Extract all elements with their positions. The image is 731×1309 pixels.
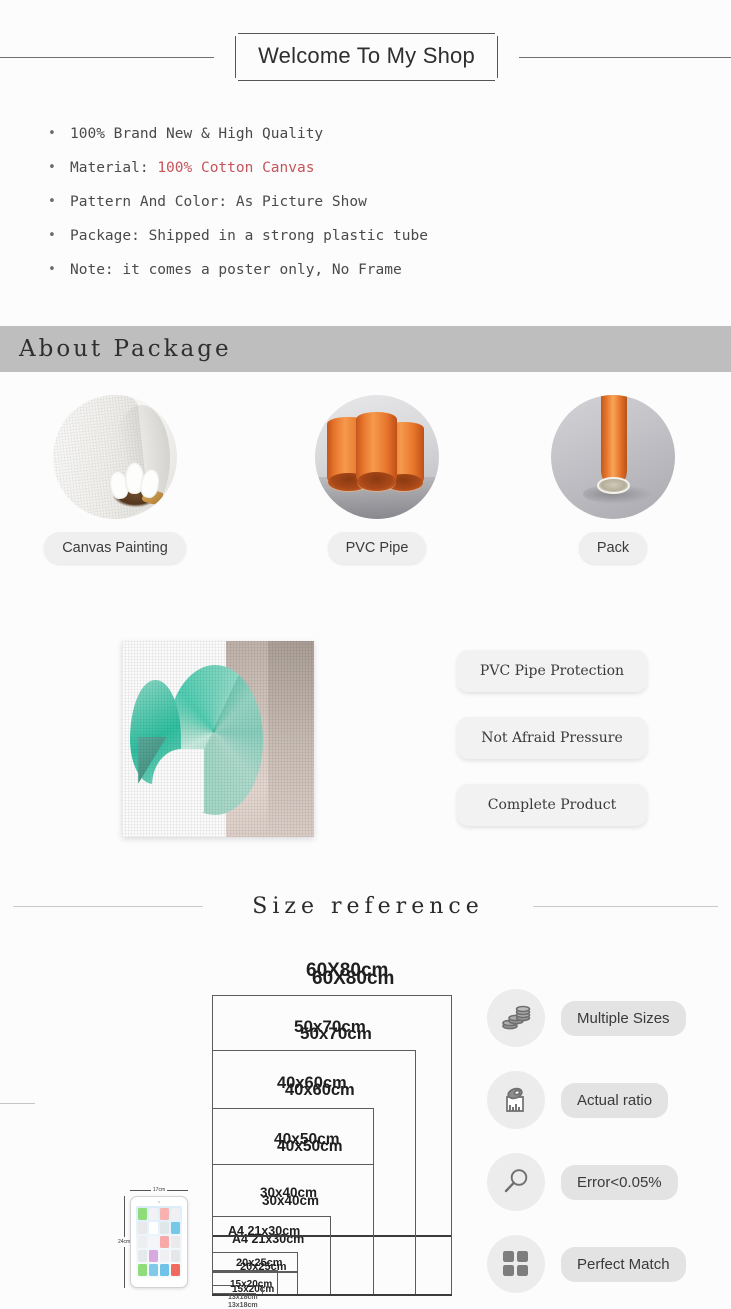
size-label-60x80: 60X80cm <box>312 968 395 989</box>
benefit-row-multiple-sizes: Multiple Sizes <box>487 977 717 1059</box>
size-diagram-bottom-line <box>212 1294 452 1296</box>
welcome-title-box: Welcome To My Shop <box>235 33 498 81</box>
welcome-box-left-edge <box>235 36 237 78</box>
size-rule-left <box>13 905 204 907</box>
benefit-row-error: Error<0.05% <box>487 1141 717 1223</box>
dimension-line <box>130 1189 151 1191</box>
tablet-screen <box>136 1206 182 1278</box>
feature-item: Pattern And Color: As Picture Show <box>44 185 684 219</box>
measuring-tape-icon <box>487 1071 545 1129</box>
benefit-row-actual-ratio: Actual ratio <box>487 1059 717 1141</box>
feature-item: 100% Brand New & High Quality <box>44 117 684 151</box>
feature-item: Note: it comes a poster only, No Frame <box>44 253 684 287</box>
package-card-pack: Pack <box>513 395 713 564</box>
tablet-height-dimension: 24cm <box>118 1196 130 1288</box>
benefit-label-actual-ratio: Actual ratio <box>561 1082 669 1118</box>
tablet-app-icon <box>159 1208 170 1221</box>
welcome-box-right-edge <box>496 36 498 78</box>
feature-item: Material: 100% Cotton Canvas <box>44 151 684 185</box>
feature-text: Package: Shipped in a strong plastic tub… <box>70 228 428 244</box>
orange-pvc-pipes-icon <box>315 395 439 519</box>
tablet-app-icon <box>159 1249 170 1263</box>
tablet-app-icon <box>159 1221 170 1235</box>
package-card-canvas: Canvas Painting <box>15 395 215 564</box>
benefit-label-error: Error<0.05% <box>561 1164 678 1200</box>
tablet-app-icon <box>138 1235 148 1249</box>
tablet-app-icon <box>148 1235 159 1249</box>
tablet-app-icon <box>170 1263 180 1276</box>
tablet-app-icon <box>170 1249 180 1263</box>
page-title: Welcome To My Shop <box>258 43 475 68</box>
canvas-geometric-motif <box>129 664 272 822</box>
cotton-boll-group <box>107 459 165 511</box>
tablet-app-icon <box>138 1208 148 1221</box>
tablet-app-icon <box>159 1263 170 1276</box>
grid-four-squares-icon <box>487 1235 545 1293</box>
product-feature-list: 100% Brand New & High Quality Material: … <box>44 117 684 287</box>
card-label-pvc-pipe: PVC Pipe <box>327 532 427 564</box>
tablet-device-illustration <box>130 1196 188 1288</box>
feature-text: 100% Brand New & High Quality <box>70 126 324 142</box>
pack-tube-shape <box>597 395 630 494</box>
feature-tag: PVC Pipe Protection <box>457 650 647 692</box>
coin-stacks-icon <box>487 989 545 1047</box>
tablet-app-icon <box>138 1263 148 1276</box>
tablet-width-dimension: 17cm <box>130 1187 189 1193</box>
tablet-app-icon <box>170 1221 180 1235</box>
benefit-row-perfect-match: Perfect Match <box>487 1223 717 1305</box>
tablet-app-icon <box>138 1249 148 1263</box>
canvas-closeup-photo <box>122 641 314 837</box>
header-rule-left <box>0 56 215 58</box>
tablet-height-label: 24cm <box>118 1239 131 1245</box>
dimension-line <box>123 1247 125 1288</box>
tablet-app-icon <box>148 1208 159 1221</box>
tablet-app-icon <box>148 1249 159 1263</box>
feature-text: Note: it comes a poster only, No Frame <box>70 262 402 278</box>
size-reference-header: Size reference <box>0 886 731 926</box>
card-label-pack: Pack <box>578 532 648 564</box>
tablet-camera-icon <box>158 1200 160 1203</box>
feature-tag: Complete Product <box>457 784 647 826</box>
magnifier-icon <box>487 1153 545 1211</box>
tablet-app-icon <box>170 1235 180 1249</box>
welcome-header: Welcome To My Shop <box>0 31 731 83</box>
card-label-canvas-painting: Canvas Painting <box>44 532 186 564</box>
motif-notch-shape <box>152 749 204 812</box>
header-rule-right <box>518 56 731 58</box>
dimension-line <box>167 1189 189 1191</box>
size-reference-title: Size reference <box>252 893 484 919</box>
rolled-tube-pack-icon <box>551 395 675 519</box>
tablet-app-icon <box>148 1263 159 1276</box>
dimension-line <box>123 1196 125 1237</box>
feature-highlight: 100% Cotton Canvas <box>157 160 315 176</box>
feature-text: Material: <box>70 160 158 176</box>
tablet-app-icon <box>138 1221 148 1235</box>
benefit-label-multiple-sizes: Multiple Sizes <box>561 1000 686 1036</box>
canvas-beige-region-dark <box>267 641 314 837</box>
tablet-size-reference: 17cm 24cm <box>118 1187 200 1294</box>
feature-item: Package: Shipped in a strong plastic tub… <box>44 219 684 253</box>
feature-text: Pattern And Color: As Picture Show <box>70 194 367 210</box>
package-card-pvc-pipe: PVC Pipe <box>277 395 477 564</box>
package-feature-tags: PVC Pipe Protection Not Afraid Pressure … <box>457 650 647 851</box>
pipe-opening-shape <box>356 471 396 492</box>
benefit-label-perfect-match: Perfect Match <box>561 1246 686 1282</box>
tablet-app-icon <box>148 1221 159 1235</box>
product-detail-page: Welcome To My Shop 100% Brand New & High… <box>0 0 731 1309</box>
tablet-app-icon <box>170 1208 180 1221</box>
size-rule-right <box>532 905 718 907</box>
about-package-title: About Package <box>19 336 232 362</box>
cotton-canvas-roll-icon <box>53 395 177 519</box>
package-cards: Canvas Painting PVC Pipe Pack <box>0 395 731 580</box>
pvc-pipe <box>355 412 397 492</box>
feature-tag: Not Afraid Pressure <box>457 717 647 759</box>
tablet-app-icon <box>159 1235 170 1249</box>
tablet-width-label: 17cm <box>152 1187 166 1193</box>
about-package-banner: About Package <box>0 326 731 372</box>
size-benefit-list: Multiple Sizes Actual ratio Error<0.05% … <box>487 977 717 1305</box>
pack-tube-opening <box>597 477 630 494</box>
